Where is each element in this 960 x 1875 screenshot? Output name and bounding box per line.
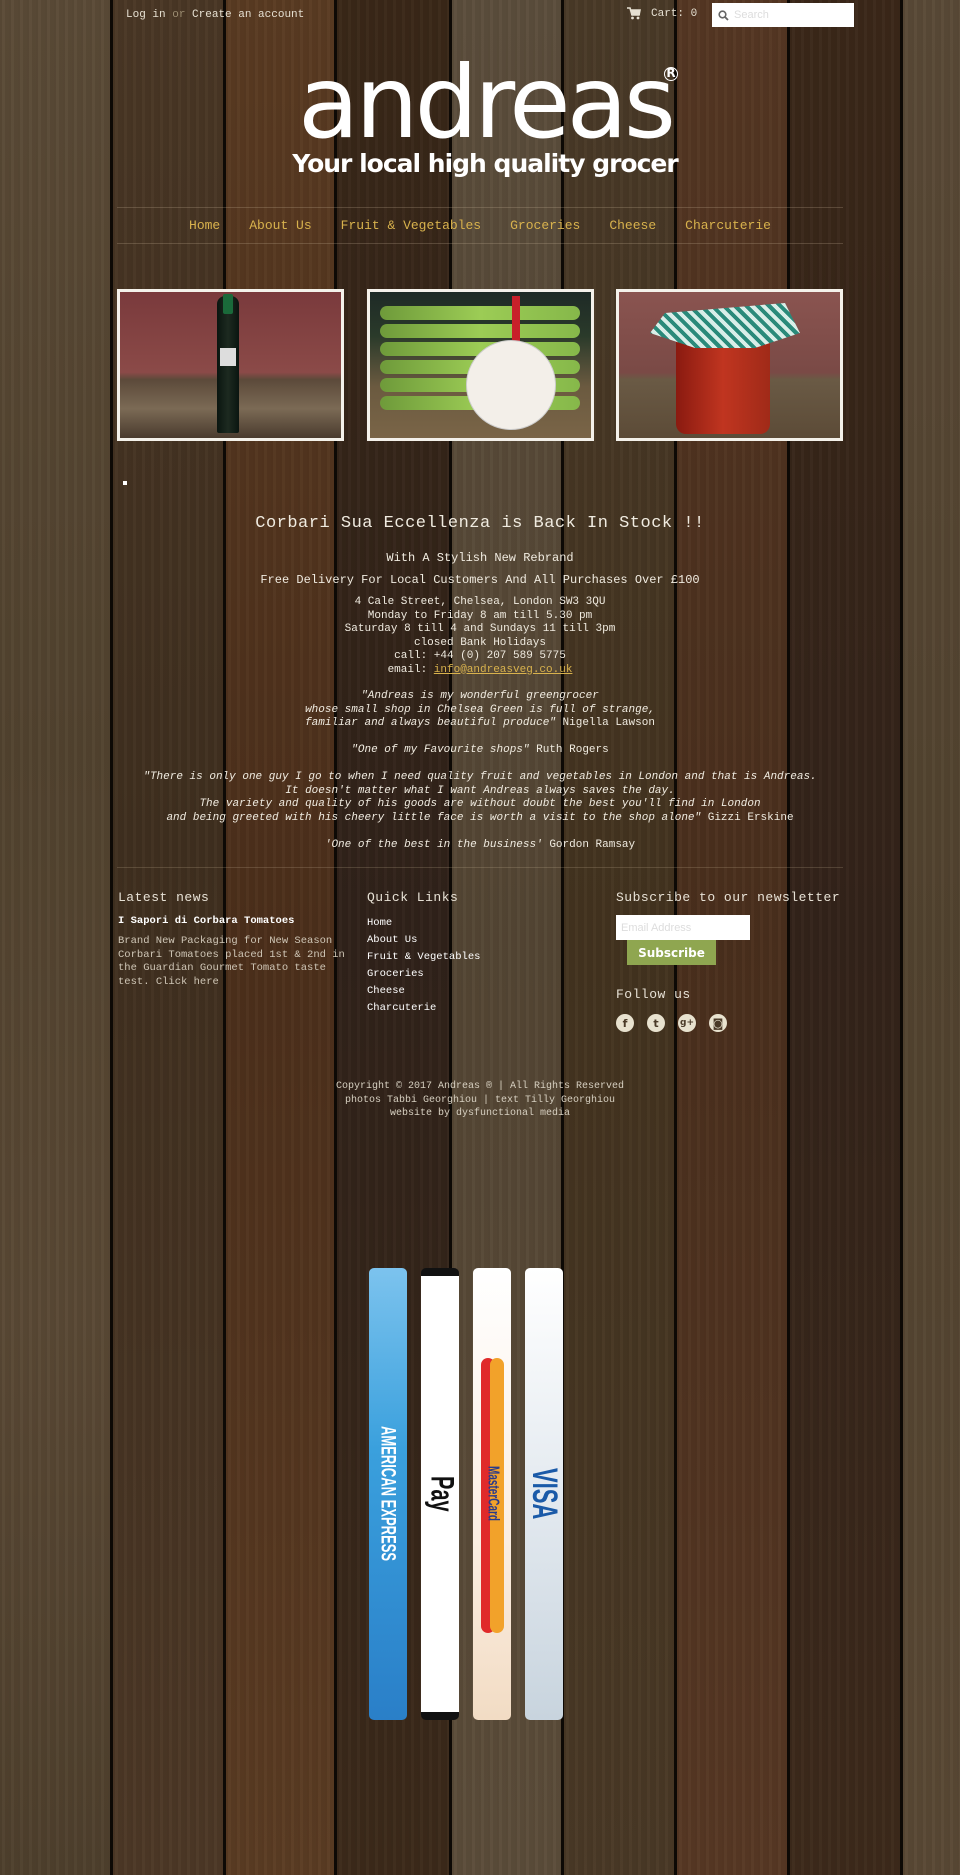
quick-link-groceries[interactable]: Groceries	[367, 966, 597, 983]
login-link[interactable]: Log in	[126, 9, 166, 21]
quote-author: Gordon Ramsay	[549, 838, 636, 851]
quick-link-charcuterie[interactable]: Charcuterie	[367, 1000, 597, 1017]
news-body: Brand New Packaging for New Season Corba…	[118, 935, 345, 988]
google-plus-icon[interactable]: g+	[678, 1014, 696, 1032]
top-bar: Log in or Create an account Cart: 0	[0, 0, 960, 30]
create-account-link[interactable]: Create an account	[192, 9, 304, 21]
payment-icons: AMERICAN EXPRESS Pay MasterCard VISA	[369, 1268, 563, 1720]
nav-about-us[interactable]: About Us	[249, 218, 311, 233]
phone: call: +44 (0) 207 589 5775	[394, 650, 566, 662]
testimonials: "Andreas is my wonderful greengrocer who…	[117, 690, 843, 866]
follow-us-heading: Follow us	[616, 987, 691, 1002]
quote-author: Nigella Lawson	[562, 717, 655, 729]
quote-gordon: 'One of the best in the business' Gordon…	[324, 838, 636, 851]
subscribe-button[interactable]: Subscribe	[627, 940, 716, 965]
shop-info: 4 Cale Street, Chelsea, London SW3 3QU M…	[117, 596, 843, 677]
logo-tagline: Your local high quality grocer	[292, 149, 678, 178]
mastercard-icon: MasterCard	[473, 1268, 511, 1720]
address: 4 Cale Street, Chelsea, London SW3 3QU	[354, 596, 606, 608]
quote-author: Gizzi Erskine	[707, 811, 794, 824]
visa-icon: VISA	[525, 1268, 563, 1720]
email-label: email:	[387, 663, 428, 676]
logo-wordmark: andreas	[298, 44, 676, 161]
account-links: Log in or Create an account	[126, 9, 304, 21]
credits-text: photos Tabbi Georghiou | text Tilly Geor…	[344, 1094, 616, 1106]
cart-icon	[627, 7, 641, 20]
search-icon	[718, 9, 729, 21]
subheading: With A Stylish New Rebrand	[386, 551, 574, 565]
search-box	[712, 3, 854, 27]
newsletter-email-input[interactable]	[616, 915, 750, 940]
search-input[interactable]	[734, 9, 844, 21]
apple-pay-icon: Pay	[421, 1268, 459, 1720]
quick-link-fruit-vegetables[interactable]: Fruit & Vegetables	[367, 949, 597, 966]
headline: Corbari Sua Eccellenza is Back In Stock …	[255, 514, 705, 533]
site-logo[interactable]: andreas R Your local high quality grocer	[290, 44, 680, 179]
newsletter-heading: Subscribe to our newsletter	[616, 890, 841, 905]
quote-gizzi: "There is only one guy I go to when I ne…	[143, 771, 817, 824]
news-read-more-link[interactable]: Click here	[156, 976, 219, 988]
cart-link[interactable]: Cart: 0	[627, 7, 697, 20]
email-line: email: info@andreasveg.co.uk	[117, 664, 843, 678]
quote-ruth: "One of my Favourite shops" Ruth Rogers	[351, 744, 609, 756]
olive-oil-bottle-image	[217, 294, 239, 433]
nav-charcuterie[interactable]: Charcuterie	[685, 218, 771, 233]
facebook-icon[interactable]: f	[616, 1014, 634, 1032]
nav-cheese[interactable]: Cheese	[609, 218, 656, 233]
quick-link-about-us[interactable]: About Us	[367, 932, 597, 949]
hours-weekend: Saturday 8 till 4 and Sundays 11 till 3p…	[344, 623, 616, 635]
footer-divider	[117, 867, 843, 868]
latest-news-heading: Latest news	[118, 890, 210, 905]
latest-news: Latest news I Sapori di Corbara Tomatoes…	[118, 890, 348, 989]
registered-mark: R	[664, 67, 678, 81]
social-links: f t g+ ◙	[616, 1014, 846, 1032]
asparagus-label-image	[465, 340, 556, 430]
hours-weekday: Monday to Friday 8 am till 5.30 pm	[367, 609, 593, 622]
website-credit: website by dysfunctional media	[389, 1108, 571, 1119]
copyright-block: Copyright © 2017 Andreas ® | All Rights …	[117, 1080, 843, 1121]
nav-home[interactable]: Home	[189, 218, 220, 233]
quick-links: Quick Links Home About Us Fruit & Vegeta…	[367, 890, 597, 1017]
news-title-link[interactable]: I Sapori di Corbara Tomatoes	[118, 915, 348, 927]
quote-author: Ruth Rogers	[536, 744, 609, 756]
cart-label: Cart: 0	[651, 7, 698, 20]
or-text: or	[172, 9, 186, 21]
american-express-icon: AMERICAN EXPRESS	[369, 1268, 407, 1720]
copyright-text: Copyright © 2017 Andreas ® | All Rights …	[335, 1081, 625, 1092]
holidays: closed Bank Holidays	[413, 636, 547, 649]
twitter-icon[interactable]: t	[647, 1014, 665, 1032]
nav-fruit-vegetables[interactable]: Fruit & Vegetables	[341, 218, 481, 233]
banner-row	[117, 289, 843, 441]
slider-bullet[interactable]	[123, 481, 127, 485]
instagram-icon[interactable]: ◙	[709, 1014, 727, 1032]
email-link[interactable]: info@andreasveg.co.uk	[434, 664, 573, 676]
newsletter: Subscribe to our newsletter Subscribe Fo…	[616, 890, 846, 1032]
delivery-note: Free Delivery For Local Customers And Al…	[260, 573, 700, 587]
quote-nigella: "Andreas is my wonderful greengrocer who…	[305, 690, 655, 729]
banner-olive-oil[interactable]	[117, 289, 344, 441]
banner-tomato-jar[interactable]	[616, 289, 843, 441]
quick-links-heading: Quick Links	[367, 890, 459, 905]
quick-link-home[interactable]: Home	[367, 915, 597, 932]
main-nav: Home About Us Fruit & Vegetables Groceri…	[117, 207, 843, 244]
nav-groceries[interactable]: Groceries	[510, 218, 580, 233]
banner-asparagus[interactable]	[366, 289, 594, 441]
quick-link-cheese[interactable]: Cheese	[367, 983, 597, 1000]
